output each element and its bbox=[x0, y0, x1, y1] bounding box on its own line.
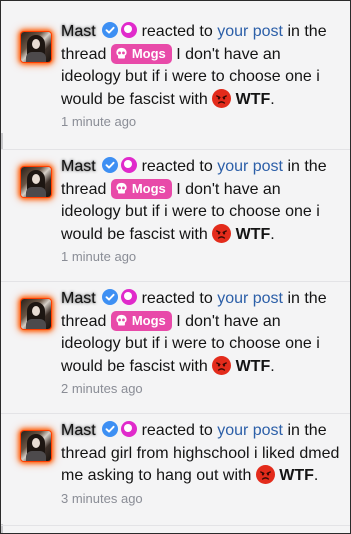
reaction-label: WTF bbox=[279, 467, 314, 484]
divider bbox=[1, 525, 350, 526]
avatar[interactable] bbox=[21, 32, 51, 62]
skull-icon bbox=[116, 182, 127, 194]
pink-badge-icon bbox=[121, 421, 138, 437]
verified-check-icon bbox=[102, 22, 119, 38]
post-link[interactable]: your post bbox=[217, 422, 283, 439]
pink-badge-icon bbox=[121, 289, 138, 305]
reaction-label: WTF bbox=[235, 357, 271, 375]
username-link[interactable]: Mast bbox=[61, 290, 96, 307]
thread-prefix-tag[interactable]: Mogs bbox=[110, 43, 172, 64]
pink-badge-icon bbox=[121, 22, 138, 38]
timestamp[interactable]: 1 minute ago bbox=[61, 246, 340, 268]
verb-text: reacted to bbox=[141, 158, 213, 175]
verb-text: reacted to bbox=[141, 290, 213, 307]
tag-label: Mogs bbox=[131, 312, 166, 328]
tag-label: Mogs bbox=[131, 45, 166, 61]
skull-icon bbox=[116, 314, 127, 326]
skull-icon bbox=[116, 47, 127, 59]
timestamp[interactable]: 1 minute ago bbox=[61, 111, 340, 133]
username-link[interactable]: Mast bbox=[61, 158, 96, 175]
thread-prefix-tag[interactable]: Mogs bbox=[110, 310, 172, 331]
verified-check-icon bbox=[102, 289, 119, 305]
post-link[interactable]: your post bbox=[217, 23, 283, 40]
notification-item[interactable]: Mast reacted to your post in the thread … bbox=[1, 1, 350, 133]
avatar[interactable] bbox=[21, 299, 51, 329]
thread-prefix-tag[interactable]: Mogs bbox=[110, 178, 172, 199]
username-link[interactable]: Mast bbox=[61, 422, 96, 439]
timestamp[interactable]: 2 minutes ago bbox=[61, 378, 340, 400]
notification-item[interactable]: Mast reacted to your post in the thread … bbox=[1, 282, 350, 414]
angry-face-emoji bbox=[212, 223, 232, 243]
verb-text: reacted to bbox=[141, 422, 213, 439]
notification-item[interactable]: Mast reacted to your post in the thread … bbox=[1, 150, 350, 282]
angry-face-emoji bbox=[212, 88, 232, 108]
verified-check-icon bbox=[102, 157, 119, 173]
avatar[interactable] bbox=[21, 167, 51, 197]
timestamp[interactable]: 3 minutes ago bbox=[61, 488, 340, 510]
username-link[interactable]: Mast bbox=[61, 23, 96, 40]
verb-text: reacted to bbox=[141, 23, 213, 40]
notification-item[interactable]: Mast reacted to your post in the thread … bbox=[1, 414, 350, 524]
reaction-label: WTF bbox=[235, 90, 271, 108]
pink-badge-icon bbox=[121, 157, 138, 173]
notification-list: Mast reacted to your post in the thread … bbox=[0, 0, 351, 534]
tag-label: Mogs bbox=[131, 180, 166, 196]
post-link[interactable]: your post bbox=[217, 290, 283, 307]
verified-check-icon bbox=[102, 421, 119, 437]
post-link[interactable]: your post bbox=[217, 158, 283, 175]
avatar[interactable] bbox=[21, 431, 51, 461]
reaction-label: WTF bbox=[235, 225, 271, 243]
angry-face-emoji bbox=[212, 355, 232, 375]
angry-face-emoji bbox=[255, 465, 275, 484]
